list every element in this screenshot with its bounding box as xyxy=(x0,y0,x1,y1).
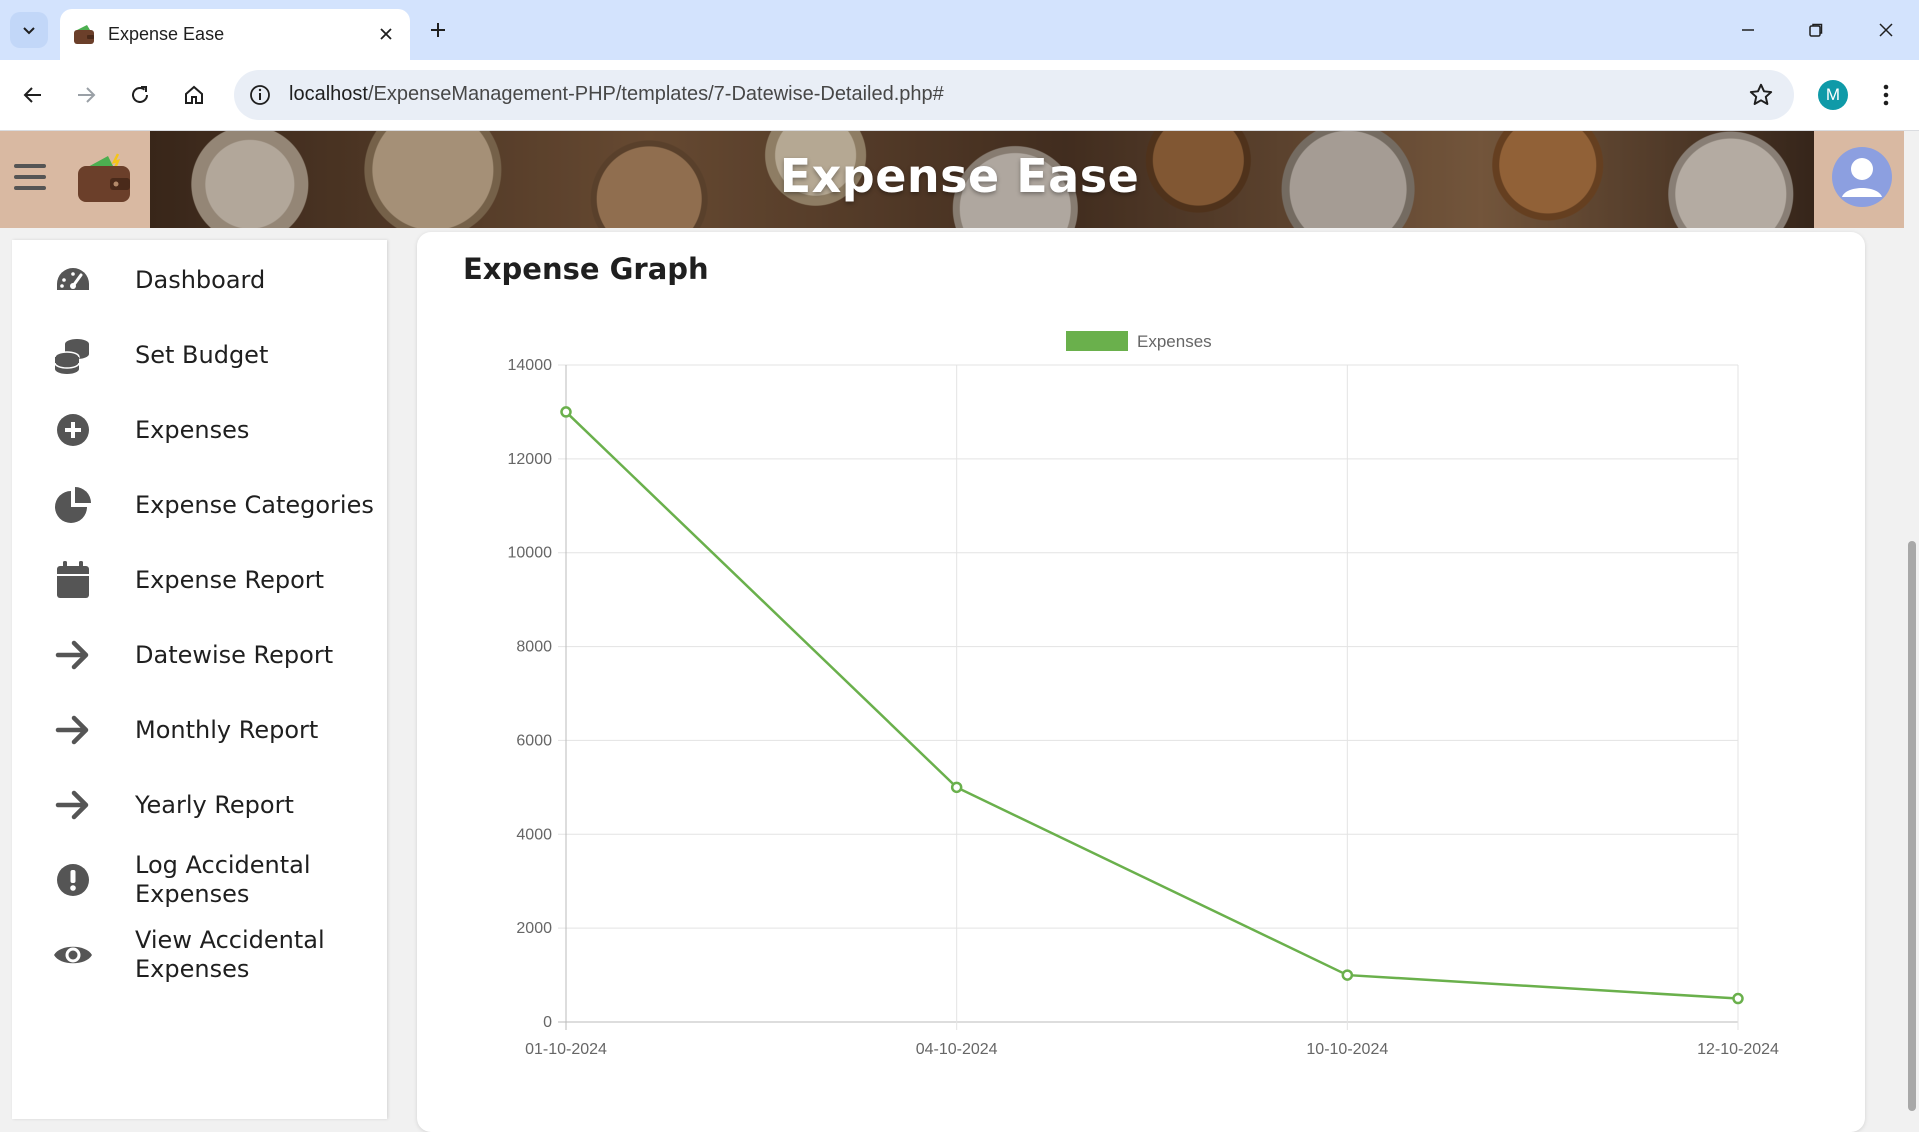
bookmark-star-icon[interactable] xyxy=(1748,82,1774,108)
plus-circle-icon xyxy=(52,409,94,451)
coins-icon xyxy=(52,334,94,376)
legend-swatch xyxy=(1066,331,1128,351)
restore-icon xyxy=(1809,23,1823,37)
sidebar-item-monthly-report[interactable]: Monthly Report xyxy=(12,700,387,760)
back-button[interactable] xyxy=(15,77,51,113)
sidebar: Dashboard Set Budget Expenses Expense Ca… xyxy=(12,240,387,1119)
url-text[interactable]: localhost/ExpenseManagement-PHP/template… xyxy=(289,83,944,106)
sidebar-item-label: Expense Report xyxy=(135,565,325,594)
url-host: localhost xyxy=(289,83,368,105)
calendar-icon xyxy=(52,559,94,601)
data-point xyxy=(1732,992,1744,1005)
data-point xyxy=(950,781,963,794)
sidebar-item-label: Expenses xyxy=(135,415,250,444)
y-tick-label: 4000 xyxy=(516,826,552,843)
sidebar-item-label: Datewise Report xyxy=(135,640,334,669)
restore-button[interactable] xyxy=(1796,12,1836,48)
eye-icon xyxy=(52,934,94,976)
tab-close-button[interactable] xyxy=(374,22,398,46)
page-header: Expense Ease xyxy=(0,131,1919,228)
more-vert-icon xyxy=(1883,84,1889,106)
chevron-down-icon xyxy=(23,27,35,35)
y-tick-label: 10000 xyxy=(508,545,553,562)
user-avatar-icon[interactable] xyxy=(1832,147,1892,207)
url-path: /ExpenseManagement-PHP/templates/7-Datew… xyxy=(367,83,944,105)
close-icon xyxy=(1879,23,1893,37)
gauge-icon xyxy=(52,259,94,301)
sidebar-item-label: Set Budget xyxy=(135,340,269,369)
reload-icon xyxy=(132,86,148,103)
legend-label: Expenses xyxy=(1137,332,1212,351)
arrow-right-icon xyxy=(52,784,94,826)
data-point xyxy=(1341,969,1354,981)
browser-toolbar: localhost/ExpenseManagement-PHP/template… xyxy=(0,60,1919,131)
browser-menu-button[interactable] xyxy=(1874,80,1898,110)
tab-title: Expense Ease xyxy=(108,24,225,44)
sidebar-item-label: Yearly Report xyxy=(135,790,294,819)
y-tick-label: 6000 xyxy=(516,732,552,749)
exclamation-circle-icon xyxy=(52,859,94,901)
tab-search-button[interactable] xyxy=(10,12,48,48)
x-tick-label: 10-10-2024 xyxy=(1306,1041,1388,1058)
sidebar-item-yearly-report[interactable]: Yearly Report xyxy=(12,775,387,835)
x-tick-label: 04-10-2024 xyxy=(916,1041,998,1058)
home-button[interactable] xyxy=(176,77,212,113)
y-tick-label: 14000 xyxy=(508,357,553,374)
new-tab-button[interactable] xyxy=(424,16,452,44)
sidebar-item-view-accidental-expenses[interactable]: View Accidental Expenses xyxy=(12,925,387,985)
sidebar-item-label: Log Accidental Expenses xyxy=(135,851,311,908)
close-icon xyxy=(380,28,392,40)
expense-line-chart: 0 2000 4000 6000 8000 10000 12000 14000 01-10-20… xyxy=(508,331,1779,1058)
y-tick-label: 8000 xyxy=(516,639,552,656)
browser-tab[interactable]: Expense Ease xyxy=(60,9,410,60)
forward-button[interactable] xyxy=(68,77,104,113)
y-tick-label: 12000 xyxy=(508,451,553,468)
reload-button[interactable] xyxy=(122,77,158,113)
x-tick-label: 12-10-2024 xyxy=(1697,1041,1779,1058)
arrow-right-icon xyxy=(78,87,96,103)
sidebar-item-log-accidental-expenses[interactable]: Log Accidental Expenses xyxy=(12,850,387,910)
wallet-favicon-icon xyxy=(74,25,94,44)
arrow-left-icon xyxy=(23,87,41,103)
sidebar-item-datewise-report[interactable]: Datewise Report xyxy=(12,625,387,685)
series-line xyxy=(565,411,1739,1000)
minimize-button[interactable] xyxy=(1728,12,1768,48)
site-info-icon[interactable] xyxy=(248,83,272,107)
page-scrollbar[interactable] xyxy=(1904,131,1919,1119)
sidebar-item-dashboard[interactable]: Dashboard xyxy=(12,250,387,310)
sidebar-item-expense-report[interactable]: Expense Report xyxy=(12,550,387,610)
pie-chart-icon xyxy=(52,484,94,526)
sidebar-item-set-budget[interactable]: Set Budget xyxy=(12,325,387,385)
sidebar-item-expenses[interactable]: Expenses xyxy=(12,400,387,460)
sidebar-item-expense-categories[interactable]: Expense Categories xyxy=(12,475,387,535)
profile-avatar[interactable]: M xyxy=(1818,80,1848,110)
minimize-icon xyxy=(1742,29,1754,31)
y-tick-label: 2000 xyxy=(516,920,552,937)
close-window-button[interactable] xyxy=(1866,12,1906,48)
site-title: Expense Ease xyxy=(779,149,1140,203)
arrow-right-icon xyxy=(52,634,94,676)
scrollbar-thumb[interactable] xyxy=(1908,541,1916,1111)
plus-icon xyxy=(431,23,445,37)
x-tick-label: 01-10-2024 xyxy=(525,1041,607,1058)
sidebar-item-label: Dashboard xyxy=(135,265,266,294)
expense-graph-card: Expense Graph 0 2000 4000 6000 8000 10000 1200… xyxy=(417,232,1865,1132)
sidebar-item-label: Expense Categories xyxy=(135,490,374,519)
arrow-right-icon xyxy=(52,709,94,751)
home-icon xyxy=(185,85,203,104)
data-point xyxy=(560,406,572,418)
browser-tabstrip: Expense Ease xyxy=(0,0,1919,60)
y-tick-label: 0 xyxy=(543,1014,552,1031)
address-bar[interactable]: localhost/ExpenseManagement-PHP/template… xyxy=(234,70,1794,120)
sidebar-item-label: View Accidental Expenses xyxy=(135,926,325,983)
sidebar-item-label: Monthly Report xyxy=(135,715,319,744)
